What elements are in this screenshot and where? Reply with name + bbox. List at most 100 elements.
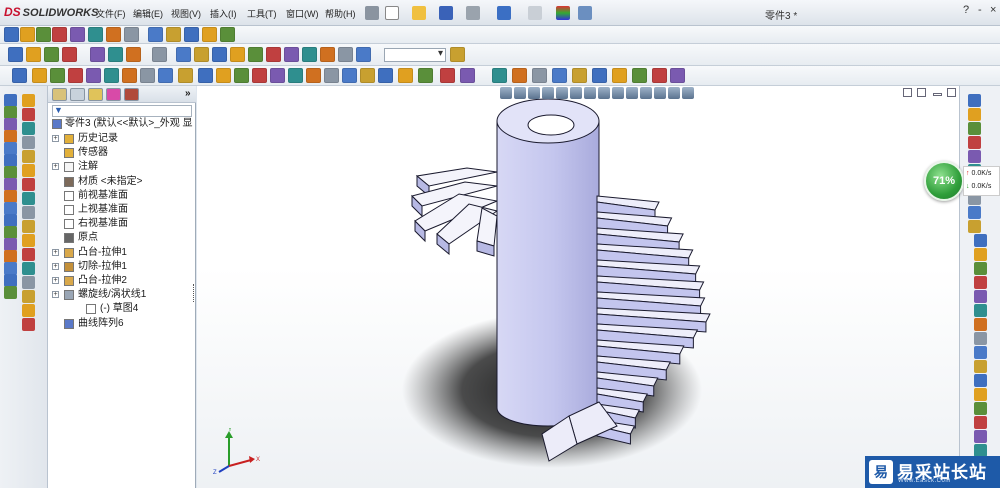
rebuild-icon[interactable]	[556, 6, 570, 20]
standard-tool-6-icon[interactable]	[108, 47, 123, 62]
tree-item[interactable]: + 注解	[48, 160, 196, 174]
task-pane-11-icon[interactable]	[974, 234, 987, 247]
tree-item[interactable]: 曲线阵列6	[48, 317, 196, 331]
command-8-icon[interactable]	[22, 136, 35, 149]
view-select[interactable]	[384, 48, 446, 62]
open-folder-icon[interactable]	[412, 6, 426, 20]
viewport-tile-icon[interactable]	[917, 88, 926, 97]
feature-tool-11-icon[interactable]	[198, 68, 213, 83]
task-pane-14-icon[interactable]	[974, 276, 987, 289]
feature-tool-12-icon[interactable]	[216, 68, 231, 83]
collapse-panel-button[interactable]: »	[185, 88, 191, 99]
menu-insert[interactable]: 插入(I)	[210, 7, 237, 20]
command-24-icon[interactable]	[22, 248, 35, 261]
viewport-minimize-icon[interactable]	[933, 93, 942, 96]
view-tool-11-icon[interactable]	[640, 87, 652, 99]
feature-tool-28-icon[interactable]	[532, 68, 547, 83]
command-2-icon[interactable]	[22, 94, 35, 107]
tree-item[interactable]: (-) 草图4	[48, 302, 196, 316]
view-tool-2-icon[interactable]	[514, 87, 526, 99]
graphics-area[interactable]: Y X Z	[197, 86, 959, 488]
command-6-icon[interactable]	[22, 122, 35, 135]
standard-tool-16-icon[interactable]	[302, 47, 317, 62]
feature-tool-7-icon[interactable]	[122, 68, 137, 83]
standard-tool-13-icon[interactable]	[248, 47, 263, 62]
tree-root-part[interactable]: 零件3 (默认<<默认>_外观 显	[48, 117, 196, 131]
standard-tool-8-icon[interactable]	[152, 47, 167, 62]
sketch-tool-2-icon[interactable]	[20, 27, 35, 42]
feature-tool-20-icon[interactable]	[360, 68, 375, 83]
feature-tool-15-icon[interactable]	[270, 68, 285, 83]
feature-tool-9-icon[interactable]	[158, 68, 173, 83]
feature-tool-35-icon[interactable]	[670, 68, 685, 83]
sketch-tool-7-icon[interactable]	[106, 27, 121, 42]
task-pane-15-icon[interactable]	[974, 290, 987, 303]
view-tool-6-icon[interactable]	[570, 87, 582, 99]
feature-tool-14-icon[interactable]	[252, 68, 267, 83]
expand-icon[interactable]: +	[52, 291, 59, 299]
menu-file[interactable]: 文件(F)	[96, 7, 126, 20]
sketch-tool-6-icon[interactable]	[88, 27, 103, 42]
tree-item[interactable]: 右视基准面	[48, 217, 196, 231]
sketch-tool-12-icon[interactable]	[202, 27, 217, 42]
feature-tool-27-icon[interactable]	[512, 68, 527, 83]
tree-item[interactable]: 原点	[48, 231, 196, 245]
tree-item[interactable]: + 凸台-拉伸2	[48, 274, 196, 288]
feature-tool-31-icon[interactable]	[592, 68, 607, 83]
feature-tool-32-icon[interactable]	[612, 68, 627, 83]
tree-item[interactable]: 材质 <未指定>	[48, 175, 196, 189]
command-30-icon[interactable]	[22, 290, 35, 303]
tab-configuration-manager[interactable]	[88, 88, 103, 101]
tab-dimxpert[interactable]	[106, 88, 121, 101]
feature-tool-13-icon[interactable]	[234, 68, 249, 83]
expand-icon[interactable]: +	[52, 135, 59, 142]
feature-tool-10-icon[interactable]	[178, 68, 193, 83]
command-18-icon[interactable]	[22, 206, 35, 219]
sketch-tool-9-icon[interactable]	[148, 27, 163, 42]
expand-icon[interactable]: +	[52, 262, 59, 270]
menu-window[interactable]: 窗口(W)	[286, 7, 319, 20]
task-pane-25-icon[interactable]	[974, 430, 987, 443]
sketch-tool-1-icon[interactable]	[4, 27, 19, 42]
tab-property-manager[interactable]	[70, 88, 85, 101]
menu-tools[interactable]: 工具(T)	[247, 7, 277, 20]
feature-tool-2-icon[interactable]	[32, 68, 47, 83]
task-pane-18-icon[interactable]	[974, 332, 987, 345]
standard-tool-19-icon[interactable]	[356, 47, 371, 62]
view-tool-12-icon[interactable]	[654, 87, 666, 99]
menu-help[interactable]: 帮助(H)	[325, 7, 356, 20]
command-33-icon[interactable]	[4, 286, 17, 299]
command-4-icon[interactable]	[22, 108, 35, 121]
standard-tool-5-icon[interactable]	[90, 47, 105, 62]
view-tool-14-icon[interactable]	[682, 87, 694, 99]
tree-item[interactable]: 上视基准面	[48, 203, 196, 217]
standard-tool-3-icon[interactable]	[44, 47, 59, 62]
print-icon[interactable]	[466, 6, 480, 20]
view-tool-8-icon[interactable]	[598, 87, 610, 99]
standard-tool-15-icon[interactable]	[284, 47, 299, 62]
command-20-icon[interactable]	[22, 220, 35, 233]
feature-tool-3-icon[interactable]	[50, 68, 65, 83]
task-pane-12-icon[interactable]	[974, 248, 987, 261]
feature-tool-5-icon[interactable]	[86, 68, 101, 83]
task-pane-13-icon[interactable]	[974, 262, 987, 275]
task-pane-3-icon[interactable]	[968, 122, 981, 135]
view-tool-7-icon[interactable]	[584, 87, 596, 99]
task-pane-23-icon[interactable]	[974, 402, 987, 415]
task-pane-19-icon[interactable]	[974, 346, 987, 359]
sketch-tool-8-icon[interactable]	[124, 27, 139, 42]
standard-tool-7-icon[interactable]	[126, 47, 141, 62]
feature-tool-30-icon[interactable]	[572, 68, 587, 83]
viewport-restore-icon[interactable]	[903, 88, 912, 97]
task-pane-16-icon[interactable]	[974, 304, 987, 317]
tree-item[interactable]: + 螺旋线/涡状线1	[48, 288, 196, 302]
feature-tool-8-icon[interactable]	[140, 68, 155, 83]
menu-edit[interactable]: 编辑(E)	[133, 7, 163, 20]
expand-icon[interactable]: +	[52, 248, 59, 256]
view-tool-13-icon[interactable]	[668, 87, 680, 99]
command-26-icon[interactable]	[22, 262, 35, 275]
feature-tool-25-icon[interactable]	[460, 68, 475, 83]
feature-tool-1-icon[interactable]	[12, 68, 27, 83]
tree-item[interactable]: + 历史记录	[48, 132, 196, 146]
expand-icon[interactable]: +	[52, 163, 59, 171]
